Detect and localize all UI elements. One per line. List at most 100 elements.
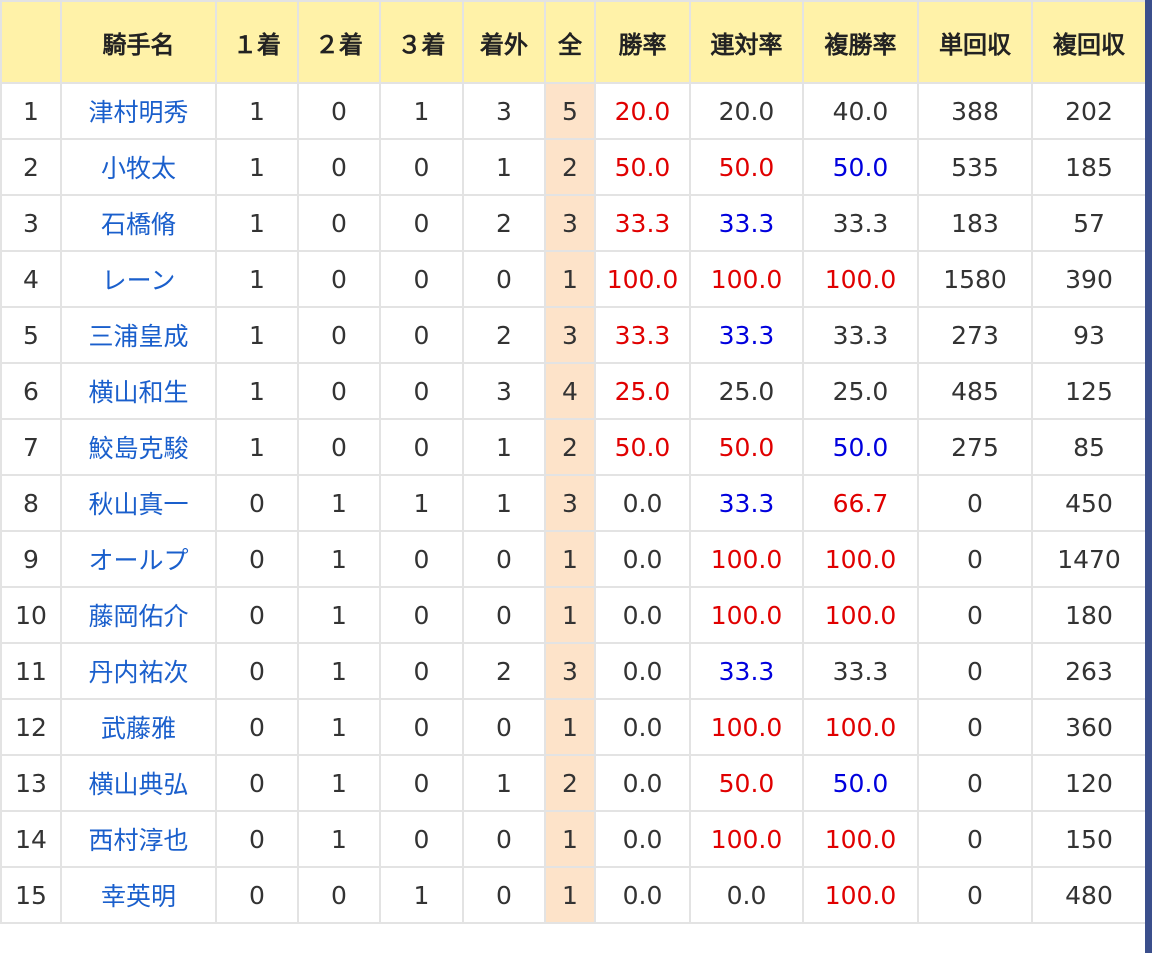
place-rate: 100.0: [689, 250, 804, 308]
total-count: 1: [544, 698, 596, 756]
win-return: 0: [917, 642, 1033, 700]
third-count: 0: [379, 642, 464, 700]
header-third[interactable]: ３着: [379, 0, 464, 84]
place-rate: 25.0: [689, 362, 804, 420]
show-rate: 100.0: [802, 810, 919, 868]
header-place-rate[interactable]: 連対率: [689, 0, 804, 84]
win-rate: 0.0: [594, 754, 691, 812]
header-all[interactable]: 全: [544, 0, 596, 84]
row-index: 2: [0, 138, 62, 196]
first-count: 0: [215, 586, 299, 644]
jockey-name-link[interactable]: 三浦皇成: [60, 306, 217, 364]
third-count: 0: [379, 194, 464, 252]
header-show-rate[interactable]: 複勝率: [802, 0, 919, 84]
second-count: 1: [297, 642, 381, 700]
win-rate: 50.0: [594, 418, 691, 476]
show-rate: 33.3: [802, 306, 919, 364]
total-count: 1: [544, 586, 596, 644]
scrollbar[interactable]: [1145, 0, 1152, 953]
place-rate: 100.0: [689, 698, 804, 756]
jockey-name-link[interactable]: 小牧太: [60, 138, 217, 196]
show-return: 450: [1031, 474, 1147, 532]
win-rate: 0.0: [594, 474, 691, 532]
second-count: 1: [297, 586, 381, 644]
second-count: 1: [297, 530, 381, 588]
total-count: 1: [544, 866, 596, 924]
total-count: 3: [544, 306, 596, 364]
jockey-name-link[interactable]: 石橋脩: [60, 194, 217, 252]
show-rate: 50.0: [802, 754, 919, 812]
third-count: 0: [379, 418, 464, 476]
third-count: 0: [379, 362, 464, 420]
jockey-name-link[interactable]: 横山和生: [60, 362, 217, 420]
total-count: 2: [544, 138, 596, 196]
show-rate: 100.0: [802, 866, 919, 924]
header-jockey-name[interactable]: 騎手名: [60, 0, 217, 84]
place-rate: 33.3: [689, 306, 804, 364]
header-out[interactable]: 着外: [462, 0, 546, 84]
row-index: 4: [0, 250, 62, 308]
first-count: 0: [215, 866, 299, 924]
header-show-return[interactable]: 複回収: [1031, 0, 1147, 84]
show-return: 202: [1031, 82, 1147, 140]
row-index: 7: [0, 418, 62, 476]
second-count: 1: [297, 810, 381, 868]
header-second[interactable]: ２着: [297, 0, 381, 84]
show-rate: 100.0: [802, 530, 919, 588]
win-rate: 0.0: [594, 586, 691, 644]
win-return: 0: [917, 866, 1033, 924]
table-row: 1 津村明秀 1 0 1 3 5 20.0 20.0 40.0 388 202: [0, 82, 1147, 140]
total-count: 3: [544, 642, 596, 700]
show-return: 185: [1031, 138, 1147, 196]
jockey-name-link[interactable]: 西村淳也: [60, 810, 217, 868]
second-count: 0: [297, 138, 381, 196]
first-count: 1: [215, 82, 299, 140]
win-return: 1580: [917, 250, 1033, 308]
show-return: 180: [1031, 586, 1147, 644]
show-return: 93: [1031, 306, 1147, 364]
third-count: 0: [379, 810, 464, 868]
place-rate: 50.0: [689, 138, 804, 196]
jockey-name-link[interactable]: 幸英明: [60, 866, 217, 924]
header-first[interactable]: １着: [215, 0, 299, 84]
row-index: 5: [0, 306, 62, 364]
first-count: 1: [215, 362, 299, 420]
header-row: 騎手名 １着 ２着 ３着 着外 全 勝率 連対率 複勝率 単回収 複回収: [0, 0, 1147, 84]
win-rate: 0.0: [594, 810, 691, 868]
second-count: 0: [297, 194, 381, 252]
total-count: 3: [544, 194, 596, 252]
jockey-name-link[interactable]: 藤岡佑介: [60, 586, 217, 644]
place-rate: 100.0: [689, 586, 804, 644]
place-rate: 33.3: [689, 642, 804, 700]
show-rate: 100.0: [802, 698, 919, 756]
show-return: 125: [1031, 362, 1147, 420]
second-count: 0: [297, 866, 381, 924]
jockey-name-link[interactable]: 秋山真一: [60, 474, 217, 532]
header-win-rate[interactable]: 勝率: [594, 0, 691, 84]
win-return: 388: [917, 82, 1033, 140]
show-return: 85: [1031, 418, 1147, 476]
jockey-name-link[interactable]: 丹内祐次: [60, 642, 217, 700]
jockey-name-link[interactable]: レーン: [60, 250, 217, 308]
total-count: 5: [544, 82, 596, 140]
row-index: 12: [0, 698, 62, 756]
out-count: 0: [462, 866, 546, 924]
place-rate: 33.3: [689, 474, 804, 532]
jockey-name-link[interactable]: 武藤雅: [60, 698, 217, 756]
jockey-name-link[interactable]: オールプ: [60, 530, 217, 588]
win-return: 0: [917, 810, 1033, 868]
show-rate: 25.0: [802, 362, 919, 420]
win-rate: 33.3: [594, 194, 691, 252]
show-return: 263: [1031, 642, 1147, 700]
first-count: 1: [215, 306, 299, 364]
row-index: 1: [0, 82, 62, 140]
jockey-name-link[interactable]: 横山典弘: [60, 754, 217, 812]
jockey-name-link[interactable]: 津村明秀: [60, 82, 217, 140]
jockey-name-link[interactable]: 鮫島克駿: [60, 418, 217, 476]
table-row: 9 オールプ 0 1 0 0 1 0.0 100.0 100.0 0 1470: [0, 530, 1147, 588]
out-count: 2: [462, 194, 546, 252]
show-rate: 40.0: [802, 82, 919, 140]
first-count: 1: [215, 138, 299, 196]
header-win-return[interactable]: 単回収: [917, 0, 1033, 84]
show-return: 360: [1031, 698, 1147, 756]
